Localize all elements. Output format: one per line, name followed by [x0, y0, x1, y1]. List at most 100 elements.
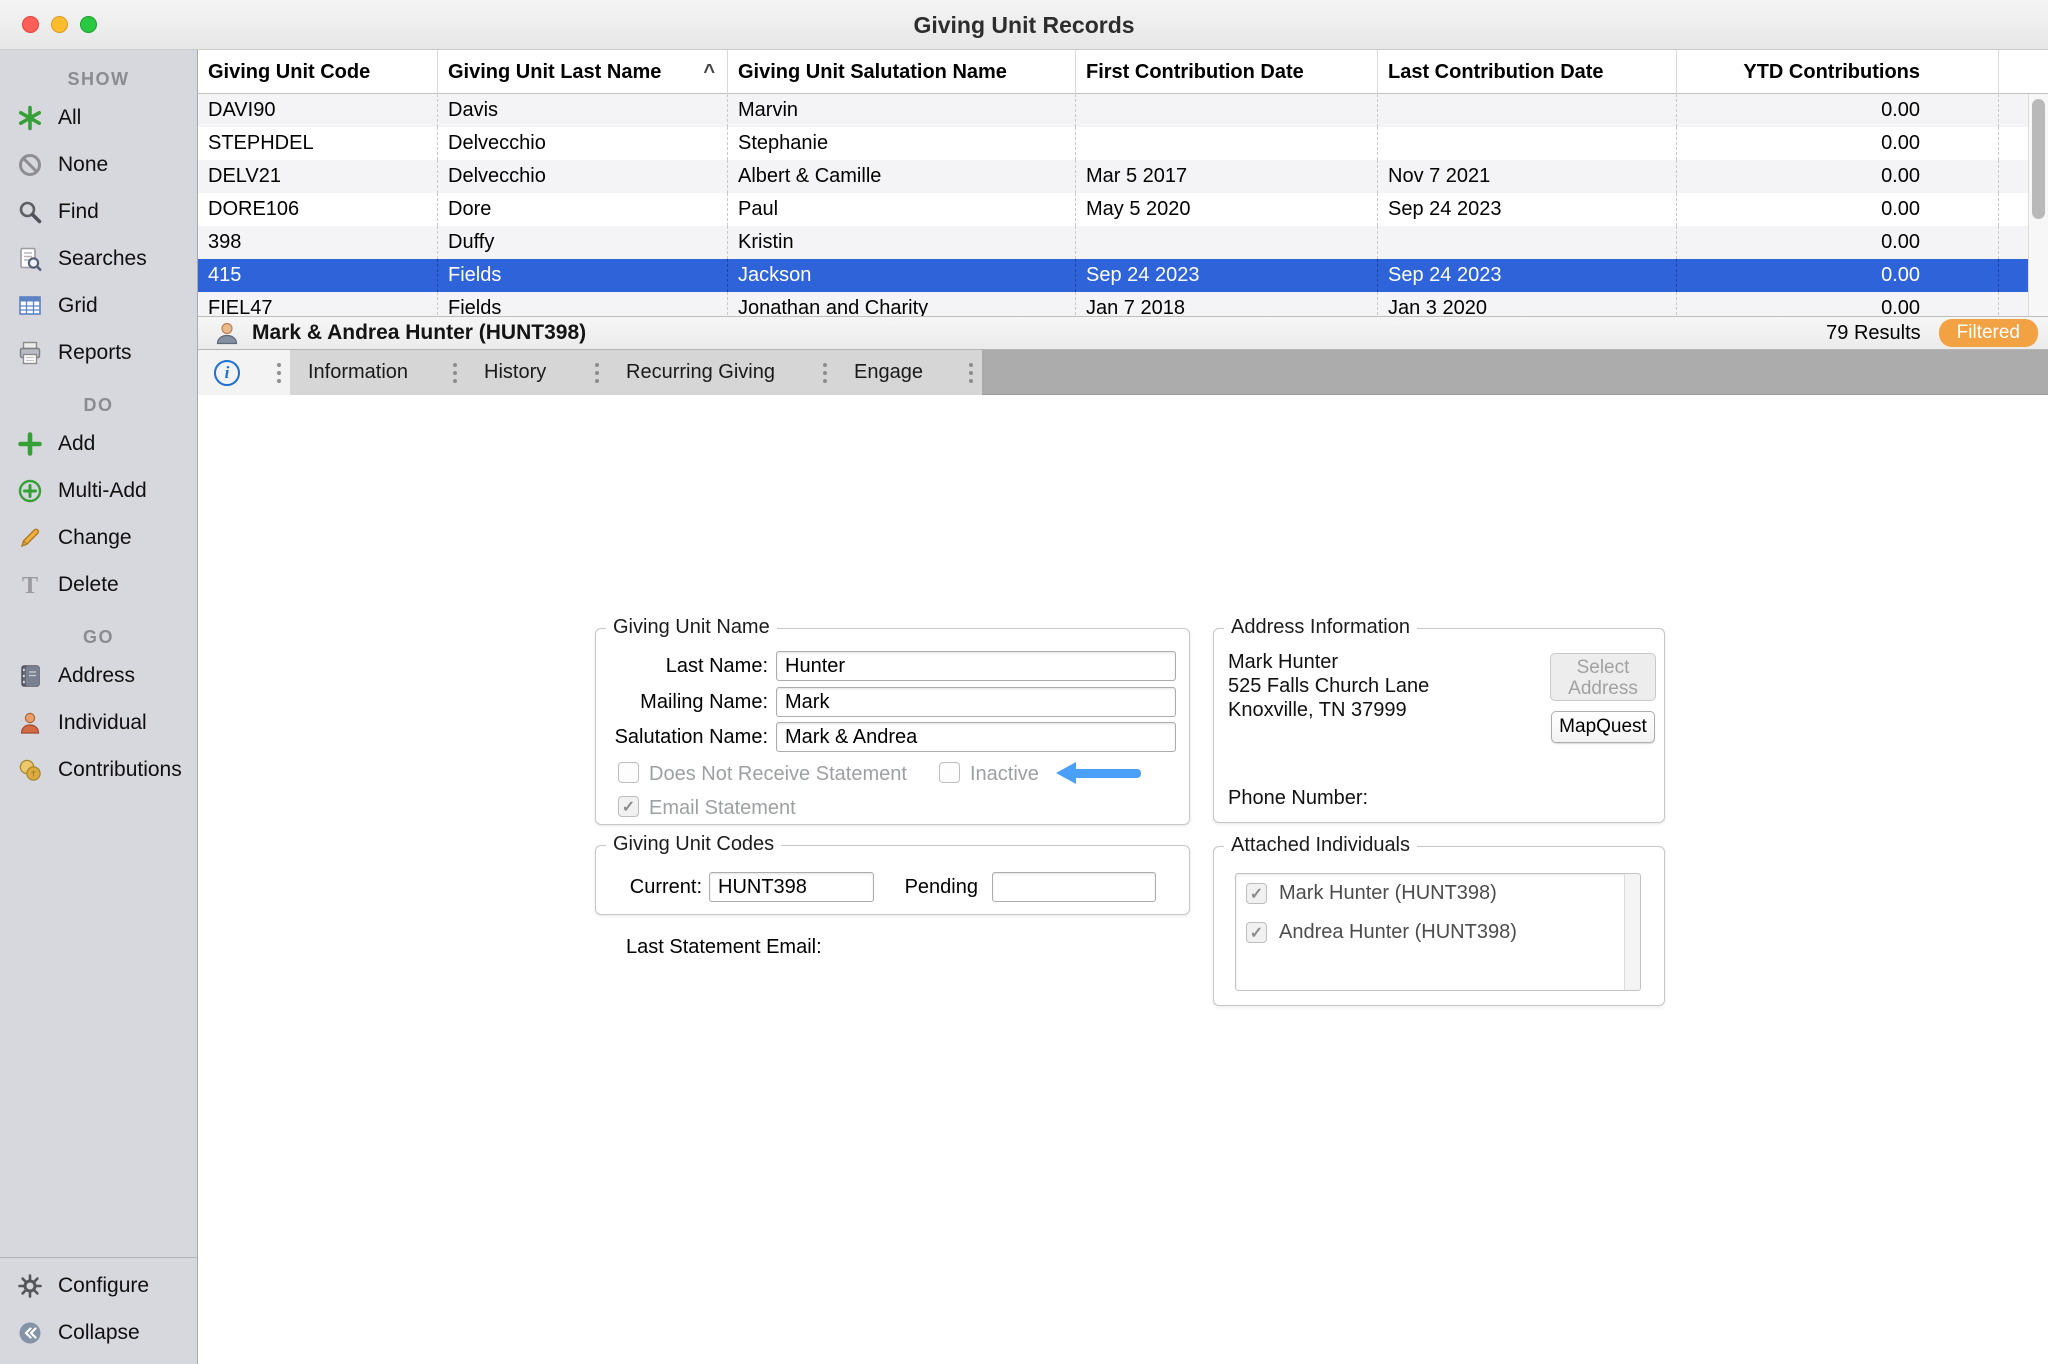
cell-code: FIEL47 — [198, 292, 438, 316]
table-scrollbar[interactable] — [2028, 94, 2048, 316]
sidebar-section-do: DO — [0, 390, 197, 420]
record-bar: Mark & Andrea Hunter (HUNT398) 79 Result… — [198, 316, 2048, 350]
sidebar-item-label: Contributions — [58, 758, 182, 782]
tab-engage[interactable]: Engage — [836, 350, 982, 395]
cell-last-date — [1378, 127, 1677, 160]
drag-handle-icon[interactable] — [453, 361, 457, 385]
sidebar-item-label: None — [58, 153, 108, 177]
table-row[interactable]: STEPHDEL Delvecchio Stephanie 0.00 — [198, 127, 2048, 160]
list-item[interactable]: Andrea Hunter (HUNT398) — [1236, 913, 1640, 952]
sidebar-item-label: Reports — [58, 341, 132, 365]
sidebar-item-all[interactable]: All — [0, 94, 197, 141]
pending-code-input[interactable] — [992, 872, 1156, 902]
search-icon — [15, 198, 45, 226]
info-icon — [214, 360, 240, 386]
list-scrollbar[interactable] — [1624, 874, 1640, 990]
sidebar-item-none[interactable]: None — [0, 141, 197, 188]
current-code-input[interactable] — [709, 872, 874, 902]
tab-info[interactable] — [198, 350, 290, 395]
column-header-filler — [1999, 50, 2048, 94]
none-icon — [15, 151, 45, 179]
sidebar-item-reports[interactable]: Reports — [0, 329, 197, 376]
sidebar-item-find[interactable]: Find — [0, 188, 197, 235]
cell-last-date — [1378, 94, 1677, 127]
giving-unit-table: DAVI90 Davis Marvin 0.00 STEPHDEL Delvec… — [198, 94, 2048, 316]
sidebar-item-configure[interactable]: Configure — [0, 1262, 197, 1309]
individual-checkbox[interactable] — [1246, 883, 1267, 904]
sidebar-item-searches[interactable]: Searches — [0, 235, 197, 282]
cell-last-name: Delvecchio — [438, 160, 728, 193]
drag-handle-icon[interactable] — [595, 361, 599, 385]
does-not-receive-statement-label: Does Not Receive Statement — [649, 763, 907, 786]
tab-information[interactable]: Information — [290, 350, 466, 395]
scrollbar-thumb[interactable] — [2032, 99, 2045, 219]
cell-last-name: Fields — [438, 292, 728, 316]
cell-salutation: Marvin — [728, 94, 1076, 127]
table-row[interactable]: FIEL47 Fields Jonathan and Charity Jan 7… — [198, 292, 2048, 316]
drag-handle-icon[interactable] — [823, 361, 827, 385]
drag-handle-icon[interactable] — [277, 361, 281, 385]
cell-code: DAVI90 — [198, 94, 438, 127]
cell-first-date: Sep 24 2023 — [1076, 259, 1378, 292]
pencil-icon — [15, 524, 45, 552]
column-header-first-contribution-date[interactable]: First Contribution Date — [1076, 50, 1378, 94]
table-row[interactable]: DORE106 Dore Paul May 5 2020 Sep 24 2023… — [198, 193, 2048, 226]
individual-checkbox[interactable] — [1246, 922, 1267, 943]
sidebar-item-label: Individual — [58, 711, 147, 735]
sidebar-item-multi-add[interactable]: Multi-Add — [0, 467, 197, 514]
cell-code: 398 — [198, 226, 438, 259]
table-row[interactable]: 398 Duffy Kristin 0.00 — [198, 226, 2048, 259]
tab-recurring-giving[interactable]: Recurring Giving — [608, 350, 836, 395]
cell-code: STEPHDEL — [198, 127, 438, 160]
column-header-giving-unit-last-name[interactable]: Giving Unit Last Name^ — [438, 50, 728, 94]
cell-last-name: Dore — [438, 193, 728, 226]
select-address-button[interactable]: Select Address — [1550, 653, 1656, 701]
phone-number-label: Phone Number: — [1228, 787, 1368, 810]
table-row-selected[interactable]: 415 Fields Jackson Sep 24 2023 Sep 24 20… — [198, 259, 2048, 292]
attached-individuals-panel: Attached Individuals Mark Hunter (HUNT39… — [1213, 846, 1665, 1006]
panel-legend: Giving Unit Name — [606, 616, 777, 639]
drag-handle-icon[interactable] — [969, 361, 973, 385]
inactive-checkbox[interactable] — [939, 762, 960, 783]
cell-ytd: 0.00 — [1677, 160, 1999, 193]
filtered-badge[interactable]: Filtered — [1939, 319, 2038, 347]
salutation-name-input[interactable] — [776, 722, 1176, 752]
sidebar-item-label: Change — [58, 526, 132, 550]
sidebar-item-individual[interactable]: Individual — [0, 699, 197, 746]
cell-salutation: Jonathan and Charity — [728, 292, 1076, 316]
last-name-input[interactable] — [776, 651, 1176, 681]
column-header-giving-unit-code[interactable]: Giving Unit Code — [198, 50, 438, 94]
does-not-receive-statement-checkbox[interactable] — [618, 762, 639, 783]
email-statement-label: Email Statement — [649, 797, 796, 820]
column-header-last-contribution-date[interactable]: Last Contribution Date — [1378, 50, 1677, 94]
person-icon — [15, 709, 45, 737]
sidebar-item-contributions[interactable]: Contributions — [0, 746, 197, 793]
address-street: 525 Falls Church Lane — [1228, 675, 1429, 698]
sidebar-item-change[interactable]: Change — [0, 514, 197, 561]
sidebar-item-label: Multi-Add — [58, 479, 147, 503]
column-header-ytd-contributions[interactable]: YTD Contributions — [1677, 50, 1999, 94]
cell-first-date: May 5 2020 — [1076, 193, 1378, 226]
last-name-label: Last Name: — [596, 655, 768, 678]
mailing-name-input[interactable] — [776, 687, 1176, 717]
cell-salutation: Stephanie — [728, 127, 1076, 160]
sidebar-item-address[interactable]: Address — [0, 652, 197, 699]
sidebar-item-grid[interactable]: Grid — [0, 282, 197, 329]
window-titlebar: Giving Unit Records — [0, 0, 2048, 50]
cell-salutation: Jackson — [728, 259, 1076, 292]
sidebar-item-collapse[interactable]: Collapse — [0, 1309, 197, 1356]
sort-ascending-icon: ^ — [703, 51, 715, 94]
table-row[interactable]: DAVI90 Davis Marvin 0.00 — [198, 94, 2048, 127]
tab-history[interactable]: History — [466, 350, 608, 395]
column-header-giving-unit-salutation-name[interactable]: Giving Unit Salutation Name — [728, 50, 1076, 94]
mapquest-button[interactable]: MapQuest — [1551, 711, 1655, 743]
table-row[interactable]: DELV21 Delvecchio Albert & Camille Mar 5… — [198, 160, 2048, 193]
sidebar-item-delete[interactable]: T Delete — [0, 561, 197, 608]
sidebar-item-add[interactable]: Add — [0, 420, 197, 467]
sidebar-item-label: Searches — [58, 247, 147, 271]
sidebar-item-label: Add — [58, 432, 95, 456]
coins-icon — [15, 756, 45, 784]
email-statement-checkbox[interactable] — [618, 796, 639, 817]
list-item[interactable]: Mark Hunter (HUNT398) — [1236, 874, 1640, 913]
cell-first-date — [1076, 127, 1378, 160]
